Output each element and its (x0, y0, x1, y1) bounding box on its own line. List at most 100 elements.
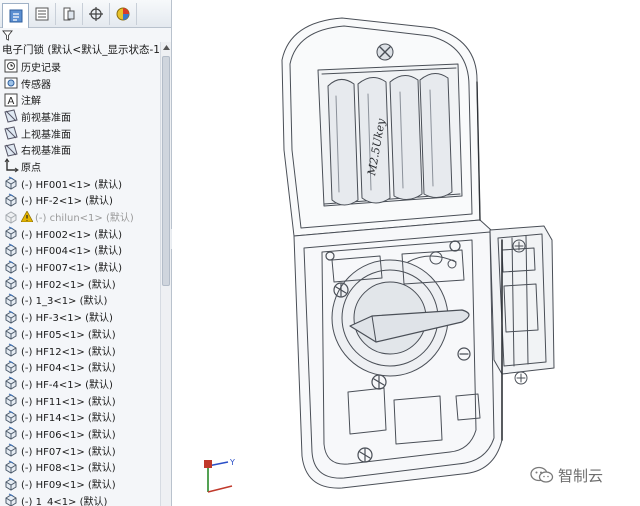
tree-item[interactable]: (-) HF06<1> (默认) (0, 425, 160, 442)
tree-scrollbar[interactable] (160, 42, 171, 506)
scrollbar-thumb[interactable] (162, 56, 170, 286)
tree-item[interactable]: (-) HF-3<1> (默认) (0, 308, 160, 325)
tree-item[interactable]: A 注解 (0, 91, 160, 108)
panel-tab-bar (0, 0, 171, 28)
tree-item[interactable]: (-) HF09<1> (默认) (0, 475, 160, 492)
part-icon (3, 476, 19, 492)
tree-item[interactable]: (-) 1_4<1> (默认) (0, 492, 160, 506)
tree-item[interactable]: 右视基准面 (0, 141, 160, 158)
origin-icon (3, 158, 19, 174)
tree-item-label: (-) 1_4<1> (默认) (21, 496, 108, 506)
tree-item-label: 历史记录 (21, 62, 61, 74)
tree-item[interactable]: 上视基准面 (0, 125, 160, 142)
tree-item[interactable]: (-) HF002<1> (默认) (0, 225, 160, 242)
tree-root-assembly[interactable]: 电子门锁 (默认<默认_显示状态-1>) (0, 42, 171, 58)
part-icon (3, 409, 19, 425)
tab-property-manager[interactable] (29, 2, 56, 25)
tree-item-label: (-) HF04<1> (默认) (21, 363, 116, 375)
part-icon (3, 459, 19, 475)
dimxpert-icon (89, 6, 103, 21)
tree-item-label: 注解 (21, 96, 41, 108)
sensor-icon (3, 75, 19, 91)
tree-item[interactable]: (-) 1_3<1> (默认) (0, 292, 160, 309)
tree-item[interactable]: (-) HF-4<1> (默认) (0, 375, 160, 392)
part-icon (3, 175, 19, 191)
tree-item-label: (-) HF06<1> (默认) (21, 429, 116, 441)
tree-item-label: (-) HF002<1> (默认) (21, 229, 123, 241)
tree-item-label: (-) HF-3<1> (默认) (21, 313, 113, 325)
tree-item-label: (-) HF05<1> (默认) (21, 329, 116, 341)
tree-item[interactable]: 传感器 (0, 75, 160, 92)
tree-item-label: 原点 (21, 162, 41, 174)
tree-item[interactable]: (-) HF11<1> (默认) (0, 392, 160, 409)
tree-item-label: (-) HF004<1> (默认) (21, 246, 123, 258)
tree-item[interactable]: (-) HF-2<1> (默认) (0, 192, 160, 209)
part-icon (3, 375, 19, 391)
tree-item[interactable]: (-) chilun<1> (默认) (0, 208, 160, 225)
tree-item-label: (-) HF08<1> (默认) (21, 463, 116, 475)
part-icon (3, 325, 19, 341)
tree-item[interactable]: (-) HF08<1> (默认) (0, 459, 160, 476)
feature-manager-panel: 电子门锁 (默认<默认_显示状态-1>) 历史记录传感器 A 注解 前视基准面上视基准… (0, 0, 172, 506)
history-icon (3, 58, 19, 74)
tree-item[interactable]: 历史记录 (0, 58, 160, 75)
feature-tree: 电子门锁 (默认<默认_显示状态-1>) 历史记录传感器 A 注解 前视基准面上视基准… (0, 42, 171, 506)
tab-display-manager[interactable] (110, 2, 137, 25)
tree-item[interactable]: (-) HF07<1> (默认) (0, 442, 160, 459)
tree-item-label: 传感器 (21, 79, 51, 91)
tree-item-label: (-) HF14<1> (默认) (21, 413, 116, 425)
part-icon (3, 425, 19, 441)
scroll-up-arrow-icon[interactable] (161, 42, 171, 53)
part-warning-icon (3, 209, 19, 225)
tree-item[interactable]: (-) HF14<1> (默认) (0, 408, 160, 425)
lock-model-wireframe[interactable]: M2.5Ukey (172, 0, 640, 506)
part-icon (3, 242, 19, 258)
plane-icon (3, 108, 19, 124)
tree-item[interactable]: (-) HF007<1> (默认) (0, 258, 160, 275)
tree-item[interactable]: (-) HF05<1> (默认) (0, 325, 160, 342)
tree-item[interactable]: 前视基准面 (0, 108, 160, 125)
tree-item-label: 右视基准面 (21, 146, 71, 158)
part-icon (3, 342, 19, 358)
svg-text:A: A (8, 96, 15, 107)
tree-item-label: (-) HF001<1> (默认) (21, 179, 123, 191)
tab-dimxpert-manager[interactable] (83, 2, 110, 25)
graphics-area[interactable]: M2.5Ukey Y 智制云 (172, 0, 640, 506)
tree-item[interactable]: (-) HF004<1> (默认) (0, 242, 160, 259)
feature-manager-icon (9, 9, 22, 22)
part-icon (3, 292, 19, 308)
tree-item[interactable]: (-) HF02<1> (默认) (0, 275, 160, 292)
tree-item-label: (-) chilun<1> (默认) (35, 213, 134, 225)
warning-icon (20, 210, 34, 223)
wechat-logo-icon (530, 466, 554, 483)
part-icon (3, 309, 19, 325)
tab-feature-manager[interactable] (2, 2, 29, 28)
tree-item-label: (-) 1_3<1> (默认) (21, 296, 108, 308)
tree-item[interactable]: (-) HF12<1> (默认) (0, 342, 160, 359)
tree-item[interactable]: (-) HF001<1> (默认) (0, 175, 160, 192)
tree-item-label: 上视基准面 (21, 129, 71, 141)
tree-item-label: (-) HF-2<1> (默认) (21, 196, 113, 208)
plane-icon (3, 142, 19, 158)
part-icon (3, 275, 19, 291)
configuration-manager-icon (63, 7, 75, 20)
tree-item-label: (-) HF11<1> (默认) (21, 396, 116, 408)
tree-filter[interactable] (0, 28, 171, 42)
tree-item[interactable]: (-) HF04<1> (默认) (0, 358, 160, 375)
part-icon (3, 359, 19, 375)
part-icon (3, 259, 19, 275)
watermark-text: 智制云 (558, 466, 604, 485)
tree-item-label: (-) HF07<1> (默认) (21, 446, 116, 458)
tree-item-label: (-) HF-4<1> (默认) (21, 379, 113, 391)
part-icon (3, 392, 19, 408)
part-icon (3, 492, 19, 506)
part-icon (3, 225, 19, 241)
property-manager-icon (35, 7, 49, 20)
tab-configuration-manager[interactable] (56, 2, 83, 25)
tree-item[interactable]: 原点 (0, 158, 160, 175)
part-icon (3, 442, 19, 458)
coordinate-triad-icon: Y (204, 458, 235, 493)
part-icon (3, 192, 19, 208)
tree-item-label: (-) HF02<1> (默认) (21, 279, 116, 291)
filter-icon (2, 30, 13, 41)
